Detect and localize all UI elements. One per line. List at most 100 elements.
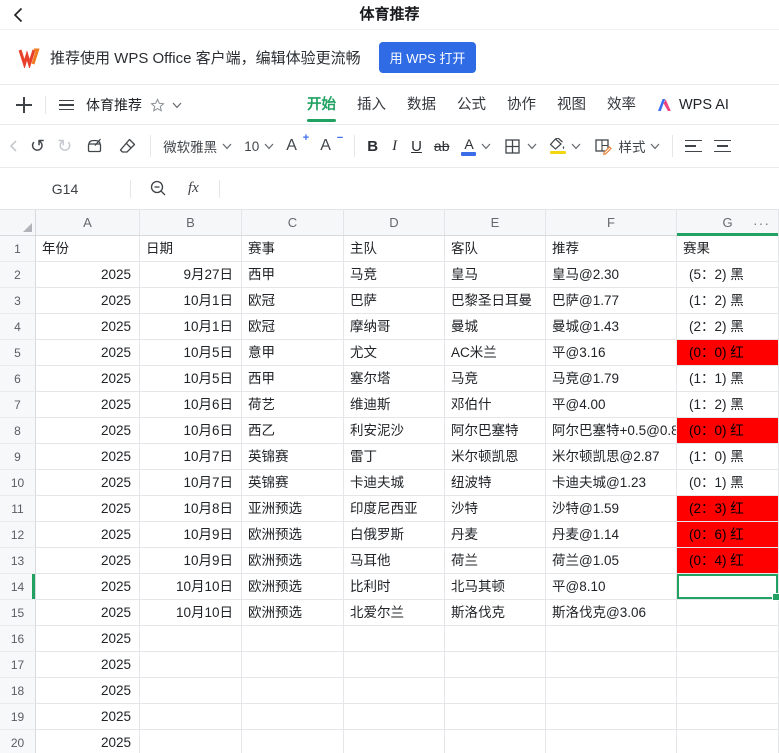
font-color-dropdown[interactable]: A — [461, 137, 491, 156]
cell-C4[interactable]: 欧冠 — [242, 314, 344, 340]
cell-F2[interactable]: 皇马@2.30 — [546, 262, 677, 288]
cell-D20[interactable] — [344, 730, 445, 753]
cell-G3[interactable]: (1：2) 黑 — [677, 288, 779, 314]
cell-D13[interactable]: 马耳他 — [344, 548, 445, 574]
cell-B6[interactable]: 10月5日 — [140, 366, 242, 392]
cell-D9[interactable]: 雷丁 — [344, 444, 445, 470]
cell-G5[interactable]: (0：0) 红 — [677, 340, 779, 366]
cell-C2[interactable]: 西甲 — [242, 262, 344, 288]
cell-E16[interactable] — [445, 626, 546, 652]
cell-F1[interactable]: 推荐 — [546, 236, 677, 262]
col-header-E[interactable]: E — [445, 210, 546, 235]
cell-E10[interactable]: 纽波特 — [445, 470, 546, 496]
cell-G18[interactable] — [677, 678, 779, 704]
cell-B7[interactable]: 10月6日 — [140, 392, 242, 418]
cell-E19[interactable] — [445, 704, 546, 730]
cell-F13[interactable]: 荷兰@1.05 — [546, 548, 677, 574]
cell-E12[interactable]: 丹麦 — [445, 522, 546, 548]
cell-C17[interactable] — [242, 652, 344, 678]
cell-E14[interactable]: 北马其顿 — [445, 574, 546, 600]
cell-reference-box[interactable]: G14 — [0, 181, 130, 197]
cell-G15[interactable] — [677, 600, 779, 626]
col-header-F[interactable]: F — [546, 210, 677, 235]
cell-G14[interactable] — [677, 574, 779, 600]
cell-D1[interactable]: 主队 — [344, 236, 445, 262]
favorite-star-icon[interactable] — [150, 98, 165, 113]
tab-home[interactable]: 开始 — [307, 85, 336, 125]
cell-D16[interactable] — [344, 626, 445, 652]
cell-C8[interactable]: 西乙 — [242, 418, 344, 444]
tab-view[interactable]: 视图 — [557, 85, 586, 125]
cell-E3[interactable]: 巴黎圣日耳曼 — [445, 288, 546, 314]
cell-E9[interactable]: 米尔顿凯恩 — [445, 444, 546, 470]
cell-C13[interactable]: 欧洲预选 — [242, 548, 344, 574]
row-header-4[interactable]: 4 — [0, 314, 36, 340]
cell-style-dropdown[interactable]: 样式 — [593, 136, 660, 156]
cell-D15[interactable]: 北爱尔兰 — [344, 600, 445, 626]
cell-C3[interactable]: 欧冠 — [242, 288, 344, 314]
cell-C12[interactable]: 欧洲预选 — [242, 522, 344, 548]
font-name-dropdown[interactable]: 微软雅黑 — [163, 136, 232, 156]
cell-A20[interactable]: 2025 — [36, 730, 140, 753]
col-header-A[interactable]: A — [36, 210, 140, 235]
cell-E4[interactable]: 曼城 — [445, 314, 546, 340]
row-header-1[interactable]: 1 — [0, 236, 36, 262]
cell-B13[interactable]: 10月9日 — [140, 548, 242, 574]
cell-C14[interactable]: 欧洲预选 — [242, 574, 344, 600]
strikethrough-button[interactable]: ab — [434, 138, 450, 154]
row-header-10[interactable]: 10 — [0, 470, 36, 496]
cell-A9[interactable]: 2025 — [36, 444, 140, 470]
cell-B1[interactable]: 日期 — [140, 236, 242, 262]
cell-D2[interactable]: 马竞 — [344, 262, 445, 288]
cell-D3[interactable]: 巴萨 — [344, 288, 445, 314]
cell-E18[interactable] — [445, 678, 546, 704]
row-header-18[interactable]: 18 — [0, 678, 36, 704]
redo-icon[interactable]: ↻ — [57, 137, 72, 155]
cell-G10[interactable]: (0：1) 黑 — [677, 470, 779, 496]
cell-F4[interactable]: 曼城@1.43 — [546, 314, 677, 340]
cell-A18[interactable]: 2025 — [36, 678, 140, 704]
cell-F8[interactable]: 阿尔巴塞特+0.5@0.8 — [546, 418, 677, 444]
cell-G20[interactable] — [677, 730, 779, 753]
cell-E6[interactable]: 马竞 — [445, 366, 546, 392]
cell-A5[interactable]: 2025 — [36, 340, 140, 366]
new-sheet-icon[interactable] — [16, 97, 32, 113]
cell-F7[interactable]: 平@4.00 — [546, 392, 677, 418]
cell-E13[interactable]: 荷兰 — [445, 548, 546, 574]
borders-dropdown[interactable] — [503, 137, 537, 156]
cell-D14[interactable]: 比利时 — [344, 574, 445, 600]
row-header-8[interactable]: 8 — [0, 418, 36, 444]
cell-C6[interactable]: 西甲 — [242, 366, 344, 392]
cell-C18[interactable] — [242, 678, 344, 704]
cell-E20[interactable] — [445, 730, 546, 753]
cell-A13[interactable]: 2025 — [36, 548, 140, 574]
cell-F9[interactable]: 米尔顿凯思@2.87 — [546, 444, 677, 470]
col-header-G[interactable]: G··· — [677, 210, 779, 235]
cell-F6[interactable]: 马竞@1.79 — [546, 366, 677, 392]
cell-G16[interactable] — [677, 626, 779, 652]
cell-C20[interactable] — [242, 730, 344, 753]
cell-B5[interactable]: 10月5日 — [140, 340, 242, 366]
cell-G6[interactable]: (1：1) 黑 — [677, 366, 779, 392]
cell-B8[interactable]: 10月6日 — [140, 418, 242, 444]
row-header-13[interactable]: 13 — [0, 548, 36, 574]
italic-button[interactable]: I — [390, 138, 399, 155]
cell-D17[interactable] — [344, 652, 445, 678]
cell-D5[interactable]: 尤文 — [344, 340, 445, 366]
row-header-3[interactable]: 3 — [0, 288, 36, 314]
cell-C5[interactable]: 意甲 — [242, 340, 344, 366]
format-painter-icon[interactable] — [84, 136, 105, 157]
cell-C19[interactable] — [242, 704, 344, 730]
undo-icon[interactable]: ↺ — [30, 137, 45, 155]
zoom-out-icon[interactable] — [149, 179, 168, 198]
cell-A15[interactable]: 2025 — [36, 600, 140, 626]
tab-efficiency[interactable]: 效率 — [607, 85, 636, 125]
col-header-C[interactable]: C — [242, 210, 344, 235]
font-size-dropdown[interactable]: 10 — [244, 139, 274, 154]
col-header-B[interactable]: B — [140, 210, 242, 235]
eraser-icon[interactable] — [117, 136, 138, 157]
cell-G19[interactable] — [677, 704, 779, 730]
align-left-icon[interactable] — [685, 140, 702, 153]
cell-C15[interactable]: 欧洲预选 — [242, 600, 344, 626]
cell-G2[interactable]: (5：2) 黑 — [677, 262, 779, 288]
